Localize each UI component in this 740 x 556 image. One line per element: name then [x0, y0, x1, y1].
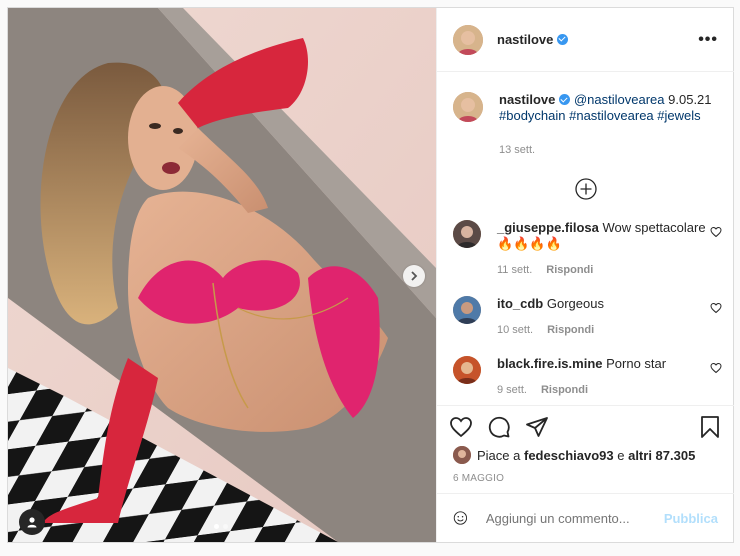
- author-username[interactable]: nastilove: [497, 31, 569, 49]
- post-actions: Piace a fedeschiavo93 e altri 87.305 6 M…: [437, 405, 734, 493]
- comment-avatar[interactable]: [453, 356, 481, 384]
- action-icons: [437, 406, 734, 442]
- like-button[interactable]: [449, 415, 473, 439]
- comment-text: Porno star: [606, 356, 667, 371]
- comment-username[interactable]: _giuseppe.filosa: [497, 220, 599, 235]
- like-comment-icon[interactable]: [710, 362, 722, 374]
- comment-time: 9 sett.: [497, 384, 527, 396]
- comment-item: black.fire.is.mine Porno star 9 sett. Ris…: [437, 356, 734, 398]
- heart-icon: [450, 417, 472, 438]
- caption-body: nastilove @nastilovearea 9.05.21 #bodych…: [499, 92, 718, 158]
- carousel-indicator: [214, 524, 228, 529]
- like-comment-icon[interactable]: [710, 302, 722, 314]
- likes-user[interactable]: fedeschiavo93: [524, 448, 614, 463]
- caption-row: nastilove @nastilovearea 9.05.21 #bodych…: [437, 92, 734, 158]
- comment-avatar[interactable]: [453, 296, 481, 324]
- caption-username[interactable]: nastilove: [499, 92, 555, 107]
- comment-button[interactable]: [487, 415, 511, 439]
- comment-body: _giuseppe.filosa Wow spettacolare 🔥🔥🔥🔥 1…: [497, 220, 718, 278]
- comment-username[interactable]: black.fire.is.mine: [497, 356, 603, 371]
- comment-meta: 10 sett. Rispondi: [497, 322, 718, 338]
- caption-avatar[interactable]: [453, 92, 483, 122]
- caption-date-text: 9.05.21: [668, 92, 712, 107]
- bookmark-icon: [701, 416, 719, 438]
- next-photo-button[interactable]: [403, 265, 425, 287]
- post-header: nastilove •••: [437, 8, 734, 72]
- caption-mention[interactable]: @nastilovearea: [574, 92, 665, 107]
- comment-text: Gorgeous: [546, 296, 604, 311]
- comment-meta: 9 sett. Rispondi: [497, 382, 718, 398]
- like-comment-icon[interactable]: [710, 226, 722, 238]
- reply-button[interactable]: Rispondi: [546, 264, 593, 276]
- verified-icon: [557, 33, 569, 45]
- emoji-icon[interactable]: [453, 506, 468, 530]
- reply-button[interactable]: Rispondi: [547, 324, 594, 336]
- comment-avatar[interactable]: [453, 220, 481, 248]
- comment-item: _giuseppe.filosa Wow spettacolare 🔥🔥🔥🔥 1…: [437, 220, 734, 278]
- share-button[interactable]: [525, 415, 549, 439]
- post-container: nastilove ••• nastilove @nastilovearea 9…: [7, 7, 734, 543]
- liker-avatar[interactable]: [453, 446, 471, 464]
- comment-time: 10 sett.: [497, 324, 534, 336]
- comment-meta: 11 sett. Rispondi: [497, 262, 718, 278]
- post-photo[interactable]: [8, 8, 436, 542]
- add-comment-bar: Pubblica: [437, 493, 734, 542]
- comment-body: black.fire.is.mine Porno star 9 sett. Ris…: [497, 356, 718, 398]
- post-side-panel: nastilove ••• nastilove @nastilovearea 9…: [436, 8, 734, 542]
- author-username-text[interactable]: nastilove: [497, 32, 553, 47]
- photo-image: [8, 8, 436, 542]
- comment-icon: [488, 416, 510, 438]
- comment-time: 11 sett.: [497, 264, 533, 276]
- likes-summary: Piace a fedeschiavo93 e altri 87.305: [437, 446, 734, 464]
- carousel-dot-active: [214, 524, 219, 529]
- comment-username[interactable]: ito_cdb: [497, 296, 543, 311]
- tagged-users-button[interactable]: [19, 509, 45, 535]
- user-icon: [27, 517, 37, 528]
- publish-button[interactable]: Pubblica: [664, 511, 718, 526]
- carousel-dot: [223, 524, 228, 529]
- likes-others[interactable]: altri 87.305: [628, 448, 695, 463]
- plus-circle-icon[interactable]: [574, 178, 597, 200]
- comment-item: ito_cdb Gorgeous 10 sett. Rispondi: [437, 296, 734, 338]
- chevron-right-icon: [411, 271, 418, 281]
- likes-middle: e: [617, 447, 625, 463]
- author-avatar[interactable]: [453, 24, 483, 55]
- caption-hashtags[interactable]: #bodychain #nastilovearea #jewels: [499, 108, 701, 123]
- likes-prefix: Piace a: [477, 447, 521, 463]
- caption-time: 13 sett.: [499, 144, 536, 156]
- post-date[interactable]: 6 MAGGIO: [437, 473, 734, 484]
- reply-button[interactable]: Rispondi: [541, 384, 588, 396]
- load-more-comments[interactable]: [437, 178, 734, 200]
- verified-icon: [559, 94, 571, 105]
- comments-list[interactable]: nastilove @nastilovearea 9.05.21 #bodych…: [437, 73, 734, 405]
- more-options-button[interactable]: •••: [698, 31, 718, 49]
- comment-input[interactable]: [483, 509, 664, 527]
- send-icon: [526, 417, 548, 437]
- save-button[interactable]: [698, 415, 722, 439]
- comment-body: ito_cdb Gorgeous 10 sett. Rispondi: [497, 296, 718, 338]
